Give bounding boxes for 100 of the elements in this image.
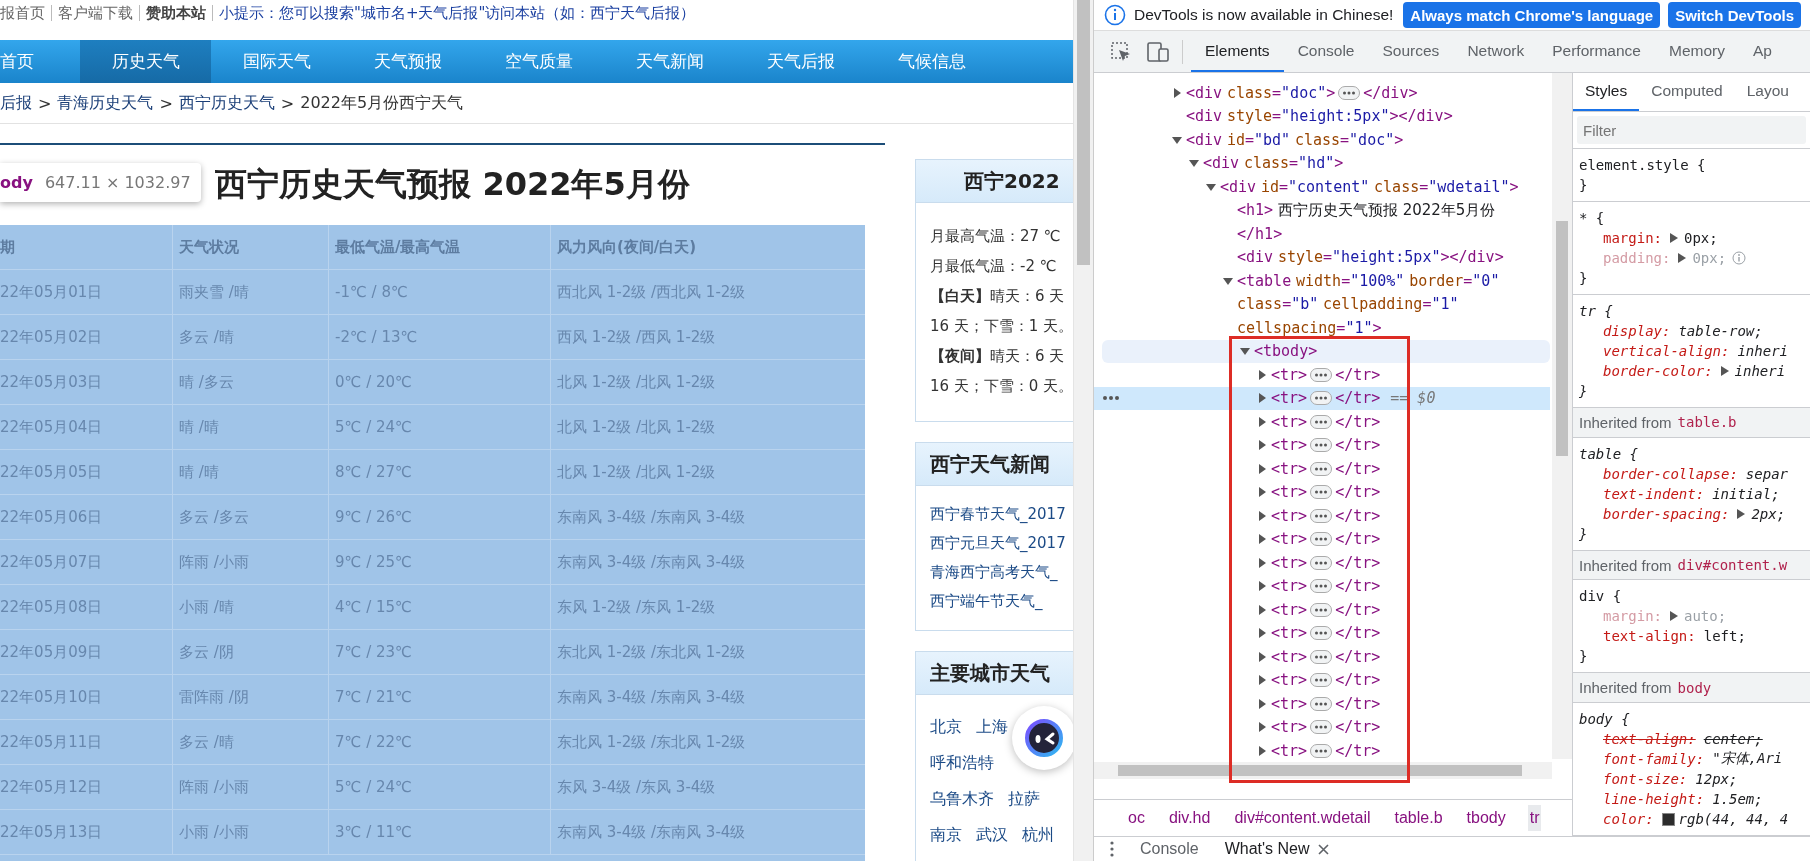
expand-triangle-icon[interactable]	[1257, 510, 1267, 521]
ellipsis-badge[interactable]	[1310, 461, 1333, 476]
expand-triangle-icon[interactable]	[1720, 366, 1729, 376]
css-declaration[interactable]: border-collapse: separ	[1579, 463, 1810, 484]
expand-triangle-icon[interactable]	[1257, 487, 1267, 498]
html-code[interactable]: <tr>	[1271, 694, 1308, 713]
html-code[interactable]: <tr>	[1271, 389, 1308, 408]
collapse-triangle-icon[interactable]	[1223, 275, 1233, 286]
css-property[interactable]: color:	[1603, 811, 1654, 827]
html-code[interactable]: <tr>	[1271, 553, 1308, 572]
dom-breadcrumb[interactable]: tr	[1527, 805, 1542, 831]
ellipsis-badge[interactable]	[1310, 555, 1333, 570]
devtools-tab[interactable]: Sources	[1368, 31, 1454, 72]
styles-tab[interactable]: Layou	[1734, 73, 1801, 111]
css-declaration[interactable]: text-align: center;	[1579, 729, 1810, 749]
inspect-element-icon[interactable]	[1110, 40, 1132, 63]
css-value[interactable]: 12px;	[1695, 771, 1738, 787]
nav-item[interactable]: 历史天气	[80, 40, 211, 83]
styles-tab[interactable]: Styles	[1573, 73, 1640, 111]
css-declaration[interactable]: border-spacing: 2px;	[1579, 503, 1810, 524]
dom-breadcrumb[interactable]: div.hd	[1166, 805, 1213, 831]
dom-row-highlight[interactable]: <tbody>	[1102, 339, 1550, 363]
expand-triangle-icon[interactable]	[1257, 393, 1267, 404]
page-scrollbar[interactable]	[1073, 0, 1093, 861]
css-value[interactable]: "宋体,Ari	[1712, 750, 1783, 768]
html-code[interactable]: <div id="content" class="wdetail">	[1220, 177, 1519, 196]
scrollbar-thumb[interactable]	[1077, 0, 1090, 265]
css-value[interactable]: center;	[1703, 731, 1763, 747]
ellipsis-badge[interactable]	[1310, 626, 1333, 641]
drawer-tab[interactable]: Console	[1140, 840, 1199, 858]
top-link[interactable]: 赞助本站	[139, 5, 212, 21]
close-icon[interactable]	[1317, 843, 1329, 855]
ellipsis-badge[interactable]	[1310, 391, 1333, 406]
top-link[interactable]: 报首页	[0, 5, 51, 21]
css-declaration[interactable]: line-height: 1.5em;	[1579, 789, 1810, 809]
html-code[interactable]: <div style="height:5px"></div>	[1237, 248, 1504, 267]
expand-triangle-icon[interactable]	[1257, 698, 1267, 709]
expand-triangle-icon[interactable]	[1257, 628, 1267, 639]
html-code[interactable]: </tr>	[1335, 718, 1381, 737]
collapse-triangle-icon[interactable]	[1189, 158, 1199, 169]
html-code[interactable]: </tr>	[1335, 436, 1381, 455]
css-value[interactable]: 2px;	[1751, 505, 1786, 522]
css-value[interactable]: inheri	[1737, 343, 1788, 359]
css-value[interactable]: inheri	[1734, 363, 1786, 379]
drawer-tab[interactable]: What's New	[1224, 840, 1329, 858]
expand-triangle-icon[interactable]	[1172, 87, 1182, 98]
css-value[interactable]: rgb(44, 44, 4	[1678, 811, 1789, 827]
ellipsis-badge[interactable]	[1310, 485, 1333, 500]
css-declaration[interactable]: display: table-row;	[1579, 321, 1810, 341]
inherited-source-link[interactable]: table.b	[1677, 414, 1737, 431]
html-code[interactable]: </tr>	[1335, 577, 1381, 596]
news-link[interactable]: 西宁春节天气_2017	[930, 505, 1066, 523]
devtools-tab[interactable]: Memory	[1654, 31, 1739, 72]
css-declaration[interactable]: color: rgb(44, 44, 4	[1579, 809, 1810, 829]
expand-triangle-icon[interactable]	[1257, 581, 1267, 592]
css-value[interactable]: 0px;	[1684, 230, 1718, 246]
html-code[interactable]: <div style="height:5px"></div>	[1186, 107, 1453, 126]
html-code[interactable]: class="b" cellpadding="1"	[1237, 295, 1459, 314]
city-link[interactable]: 呼和浩特	[930, 745, 994, 781]
html-code[interactable]: <table width="100%" border="0"	[1237, 271, 1500, 290]
ellipsis-badge[interactable]	[1338, 85, 1361, 100]
ellipsis-badge[interactable]	[1310, 414, 1333, 429]
city-link[interactable]: 南京	[930, 817, 962, 853]
ellipsis-badge[interactable]	[1310, 438, 1333, 453]
html-code[interactable]: <tr>	[1271, 671, 1308, 690]
devtools-tab[interactable]: Elements	[1191, 31, 1284, 72]
html-code[interactable]: <tbody>	[1254, 342, 1318, 361]
html-code[interactable]: </tr>	[1335, 459, 1381, 478]
css-property[interactable]: border-spacing:	[1603, 505, 1730, 522]
css-value[interactable]: initial;	[1712, 485, 1780, 502]
dom-breadcrumb[interactable]: table.b	[1392, 805, 1445, 831]
infobar-button[interactable]: Switch DevTools	[1668, 2, 1802, 28]
html-code[interactable]: <tr>	[1271, 600, 1308, 619]
html-code[interactable]: </tr>	[1335, 741, 1381, 760]
expand-triangle-icon[interactable]	[1257, 675, 1267, 686]
css-value[interactable]: table-row;	[1678, 323, 1763, 339]
html-code[interactable]: <div id="bd" class="doc">	[1186, 130, 1404, 149]
html-code[interactable]: <tr>	[1271, 365, 1308, 384]
css-value[interactable]: 1.5em;	[1712, 791, 1763, 807]
css-property[interactable]: border-collapse:	[1603, 465, 1738, 482]
html-code[interactable]: <tr>	[1271, 647, 1308, 666]
ellipsis-badge[interactable]	[1310, 508, 1333, 523]
html-code[interactable]: </tr>	[1335, 530, 1381, 549]
html-code[interactable]: </tr>	[1335, 389, 1381, 408]
news-link[interactable]: 西宁端午节天气_	[930, 592, 1043, 610]
inherited-source-link[interactable]: div#content.w	[1677, 557, 1788, 573]
city-link[interactable]: 拉萨	[1008, 781, 1040, 817]
html-code[interactable]: <tr>	[1271, 741, 1308, 760]
dom-breadcrumb[interactable]: div#content.wdetail	[1232, 805, 1373, 831]
ellipsis-badge[interactable]	[1310, 367, 1333, 382]
css-declaration[interactable]: border-color: inheri	[1579, 361, 1810, 381]
devtools-tab[interactable]: Console	[1283, 31, 1369, 72]
html-code[interactable]: </tr>	[1335, 600, 1381, 619]
devtools-tab[interactable]: Ap	[1738, 31, 1786, 72]
html-code[interactable]: </tr>	[1335, 506, 1381, 525]
expand-triangle-icon[interactable]	[1257, 604, 1267, 615]
breadcrumb-item[interactable]: 后报	[0, 92, 32, 114]
styles-tab[interactable]: Computed	[1639, 73, 1735, 111]
dom-breadcrumb[interactable]: oc	[1126, 805, 1147, 831]
css-value[interactable]: separ	[1745, 465, 1788, 482]
